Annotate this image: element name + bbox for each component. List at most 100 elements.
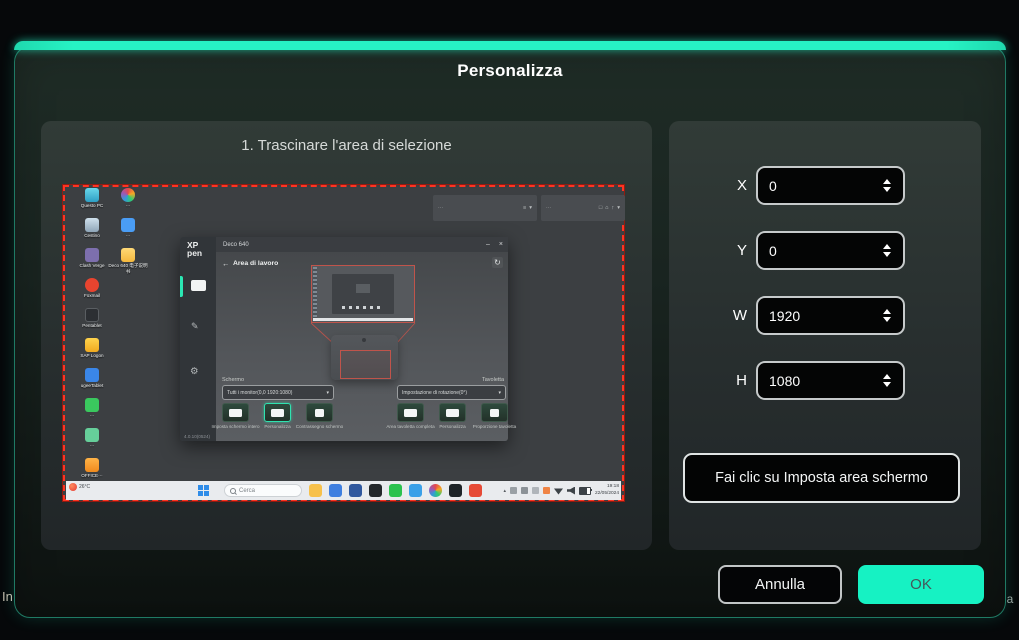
- tray-icon: [521, 487, 528, 494]
- w-field[interactable]: 1920: [756, 296, 905, 335]
- w-field-value[interactable]: 1920: [758, 308, 877, 324]
- weather-widget: 26°C: [69, 483, 90, 491]
- driver-sidebar: XP pen ✎ ⚙: [180, 237, 216, 441]
- weather-icon: [69, 483, 77, 491]
- full-screen-button: [222, 403, 249, 422]
- customize-screen-button: [264, 403, 291, 422]
- desktop-icon: ···: [108, 218, 148, 239]
- back-arrow-icon: ←: [222, 259, 230, 268]
- tablet-ratio-button: [481, 403, 508, 422]
- mini-taskbar: [313, 318, 413, 321]
- step-up-icon[interactable]: [883, 179, 891, 184]
- up-arrow-icon: ↑: [611, 205, 614, 211]
- dark-app-icon: [369, 484, 382, 497]
- step-down-icon[interactable]: [883, 382, 891, 387]
- desktop-icon: Pentablet: [72, 308, 112, 329]
- start-button-icon: [198, 485, 209, 496]
- xppen-logo: XP pen: [187, 241, 202, 257]
- ugee-tablet-icon: [85, 368, 99, 382]
- desktop-icon: Cestino: [72, 218, 112, 239]
- chevron-down-icon: ▾: [529, 205, 532, 211]
- tray-icon: [532, 487, 539, 494]
- taskbar-search: Cerca: [224, 484, 302, 497]
- dialog-title: Personalizza: [15, 61, 1005, 81]
- pen-icon: ✎: [191, 321, 199, 332]
- dark-teal-app-icon: [449, 484, 462, 497]
- taskbar-clock: 19:18 22/05/2024: [595, 484, 619, 497]
- battery-icon: [579, 487, 591, 495]
- y-field[interactable]: 0: [756, 231, 905, 270]
- selection-panel: 1. Trascinare l'area di selezione Questo…: [41, 121, 652, 550]
- green-app-icon: [85, 428, 99, 442]
- green-play-app-icon: [389, 484, 402, 497]
- set-screen-area-button[interactable]: Fai clic su Imposta area schermo: [683, 453, 960, 503]
- y-field-label: Y: [709, 231, 747, 270]
- h-field-label: H: [709, 361, 747, 400]
- y-field-value[interactable]: 0: [758, 243, 877, 259]
- sap-logon-icon: [85, 338, 99, 352]
- home-icon: ⌂: [605, 205, 608, 211]
- x-field[interactable]: 0: [756, 166, 905, 205]
- step-up-icon[interactable]: [883, 244, 891, 249]
- desktop-icon: ···: [72, 428, 112, 449]
- personalizza-dialog: Personalizza 1. Trascinare l'area di sel…: [14, 46, 1006, 618]
- desktop-widget-toolbar: ··· □⌂↑▾: [541, 195, 625, 221]
- chevron-down-icon: ▾: [326, 390, 329, 396]
- cancel-button[interactable]: Annulla: [718, 565, 842, 604]
- screen-area-preview[interactable]: Questo PC Cestino Clash Verge Foxmail Pe…: [63, 185, 624, 501]
- work-area-tab-icon: [191, 280, 206, 291]
- active-tab-indicator: [180, 276, 183, 297]
- menu-icon: ≡: [523, 205, 526, 211]
- screen-section-label: Schermo: [222, 377, 244, 383]
- red-app-icon: [469, 484, 482, 497]
- x-field-value[interactable]: 0: [758, 178, 877, 194]
- desktop-icon: SAP Logon: [72, 338, 112, 359]
- h-field-value[interactable]: 1080: [758, 373, 877, 389]
- desktop-widget-toolbar: ··· ≡▾: [433, 195, 537, 221]
- taskbar-apps: [309, 484, 482, 497]
- chevron-down-icon: ▾: [498, 390, 501, 396]
- volume-icon: [567, 487, 575, 495]
- full-tablet-area-button: [397, 403, 424, 422]
- search-icon: [230, 488, 236, 494]
- w-field-label: W: [709, 296, 747, 335]
- monitor-mapping-preview: [311, 265, 415, 323]
- navy-app-icon: [349, 484, 362, 497]
- h-field[interactable]: 1080: [756, 361, 905, 400]
- y-stepper: [877, 244, 897, 257]
- pinwheel-app-icon: [121, 188, 135, 202]
- mini-window-thumbnail: [332, 274, 394, 314]
- screen-dropdown: Tutti i monitor(0,0 1920:1080) ▾: [222, 385, 334, 400]
- tray-icon: [510, 487, 517, 494]
- step-up-icon[interactable]: [883, 309, 891, 314]
- desktop-icon: Clash Verge: [72, 248, 112, 269]
- tablet-section-label: Tavoletta: [482, 377, 504, 383]
- green-chat-app-icon: [85, 398, 99, 412]
- questo-pc-icon: [85, 188, 99, 202]
- close-icon: ×: [499, 241, 503, 248]
- clash-verge-icon: [85, 248, 99, 262]
- tray-chevron-icon: ▴: [503, 488, 506, 494]
- desktop-icon: OFFICE···: [72, 458, 112, 479]
- step-down-icon[interactable]: [883, 252, 891, 257]
- gear-icon: ⚙: [190, 366, 199, 377]
- blue-app-icon: [121, 218, 135, 232]
- desktop-icon: Deco 640 电子说明书: [108, 248, 148, 274]
- w-stepper: [877, 309, 897, 322]
- ok-button[interactable]: OK: [858, 565, 984, 604]
- x-stepper: [877, 179, 897, 192]
- desktop-icon: Foxmail: [72, 278, 112, 299]
- tray-icon: [543, 487, 550, 494]
- folder-app-icon: [309, 484, 322, 497]
- coordinates-panel: X 0 Y 0 W 1920 H: [669, 121, 981, 550]
- chevron-down-icon: ▾: [617, 205, 620, 211]
- step-down-icon[interactable]: [883, 317, 891, 322]
- h-stepper: [877, 374, 897, 387]
- screen-mark-button: [306, 403, 333, 422]
- preview-taskbar: 26°C Cerca: [66, 481, 621, 500]
- step-up-icon[interactable]: [883, 374, 891, 379]
- step-down-icon[interactable]: [883, 187, 891, 192]
- tablet-device-preview: [331, 335, 398, 380]
- selection-instruction: 1. Trascinare l'area di selezione: [41, 137, 652, 154]
- driver-titlebar: Deco 640 – ×: [216, 237, 508, 252]
